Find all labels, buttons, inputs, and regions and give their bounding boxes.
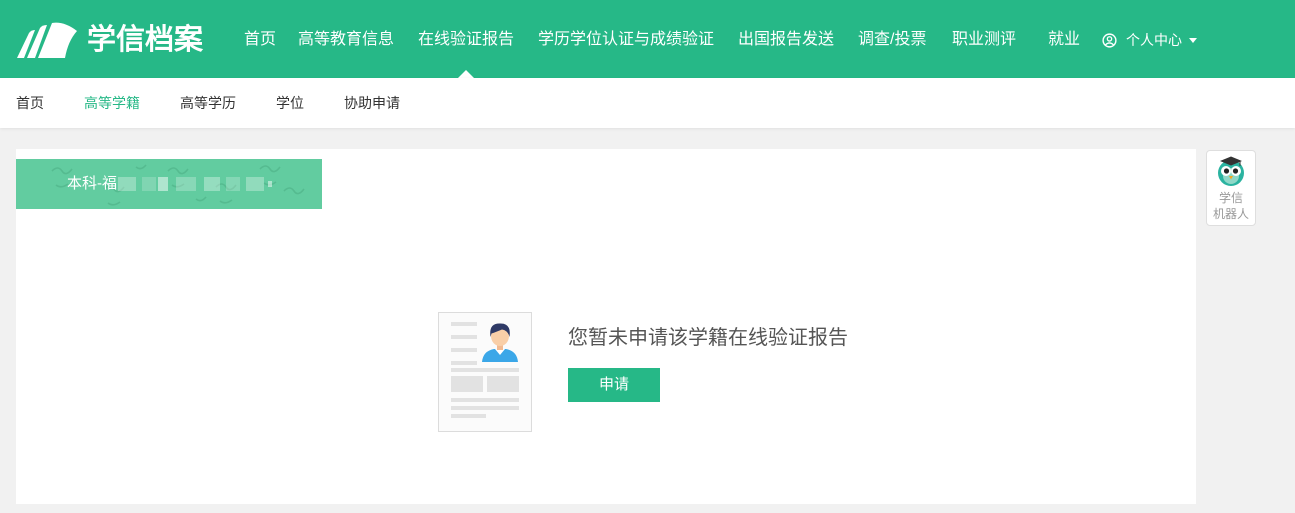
subnav-education[interactable]: 高等学历 [180, 93, 236, 113]
nav-survey-vote[interactable]: 调查/投票 [858, 29, 926, 51]
nav-overseas-report[interactable]: 出国报告发送 [738, 29, 834, 51]
user-center-menu[interactable]: 个人中心 [1102, 29, 1197, 51]
doc-block [487, 376, 519, 392]
robot-assistant-widget[interactable]: 学信 机器人 [1206, 150, 1256, 226]
nav-home[interactable]: 首页 [244, 29, 276, 51]
record-tab[interactable]: 本科-福 [16, 159, 322, 209]
blurred-text-mask [246, 177, 264, 191]
logo-icon[interactable] [16, 19, 78, 59]
sub-navigation: 首页 高等学籍 高等学历 学位 协助申请 [0, 78, 1295, 128]
blurred-text-mask [158, 177, 168, 191]
blurred-text-mask [204, 177, 220, 191]
nav-career-assessment[interactable]: 职业测评 [952, 29, 1016, 51]
doc-line [451, 361, 477, 365]
report-document-illustration [438, 312, 532, 432]
blurred-text-mask [268, 181, 272, 187]
subnav-assist-application[interactable]: 协助申请 [344, 93, 400, 113]
watermark-pattern [51, 164, 305, 206]
doc-line [451, 322, 477, 326]
caret-down-icon [1189, 38, 1197, 43]
empty-state-message: 您暂未申请该学籍在线验证报告 [568, 327, 848, 349]
blurred-text-mask [176, 177, 196, 191]
robot-label-line1: 学信 [1218, 191, 1243, 205]
doc-line [451, 335, 477, 339]
doc-block [451, 376, 483, 392]
doc-line [451, 414, 486, 418]
owl-robot-icon [1218, 156, 1244, 186]
robot-label-line2: 机器人 [1212, 207, 1249, 221]
user-icon [1102, 32, 1117, 48]
avatar-icon [482, 323, 518, 362]
blurred-text-mask [118, 177, 136, 191]
record-tab-label: 本科-福 [67, 175, 117, 192]
doc-line [451, 398, 519, 402]
subnav-home[interactable]: 首页 [16, 93, 44, 113]
doc-line [451, 368, 519, 372]
blurred-text-mask [226, 177, 240, 191]
apply-button[interactable]: 申请 [568, 368, 660, 402]
user-center-label[interactable]: 个人中心 [1126, 30, 1182, 50]
subnav-degree[interactable]: 学位 [276, 93, 304, 113]
nav-employment[interactable]: 就业 [1048, 29, 1080, 51]
logo-text[interactable]: 学信档案 [87, 21, 203, 59]
nav-online-verification-report[interactable]: 在线验证报告 [418, 29, 514, 51]
doc-line [451, 406, 519, 410]
main-card: 本科-福 您暂未申请该学籍在线验证报告 申请 [16, 149, 1196, 504]
nav-degree-certification[interactable]: 学历学位认证与成绩验证 [538, 29, 714, 51]
subnav-student-status[interactable]: 高等学籍 [84, 93, 140, 113]
active-nav-indicator [458, 70, 474, 78]
top-header: 学信档案 首页 高等教育信息 在线验证报告 学历学位认证与成绩验证 出国报告发送… [0, 0, 1295, 78]
doc-line [451, 348, 477, 352]
nav-higher-education-info[interactable]: 高等教育信息 [298, 29, 394, 51]
blurred-text-mask [142, 177, 156, 191]
